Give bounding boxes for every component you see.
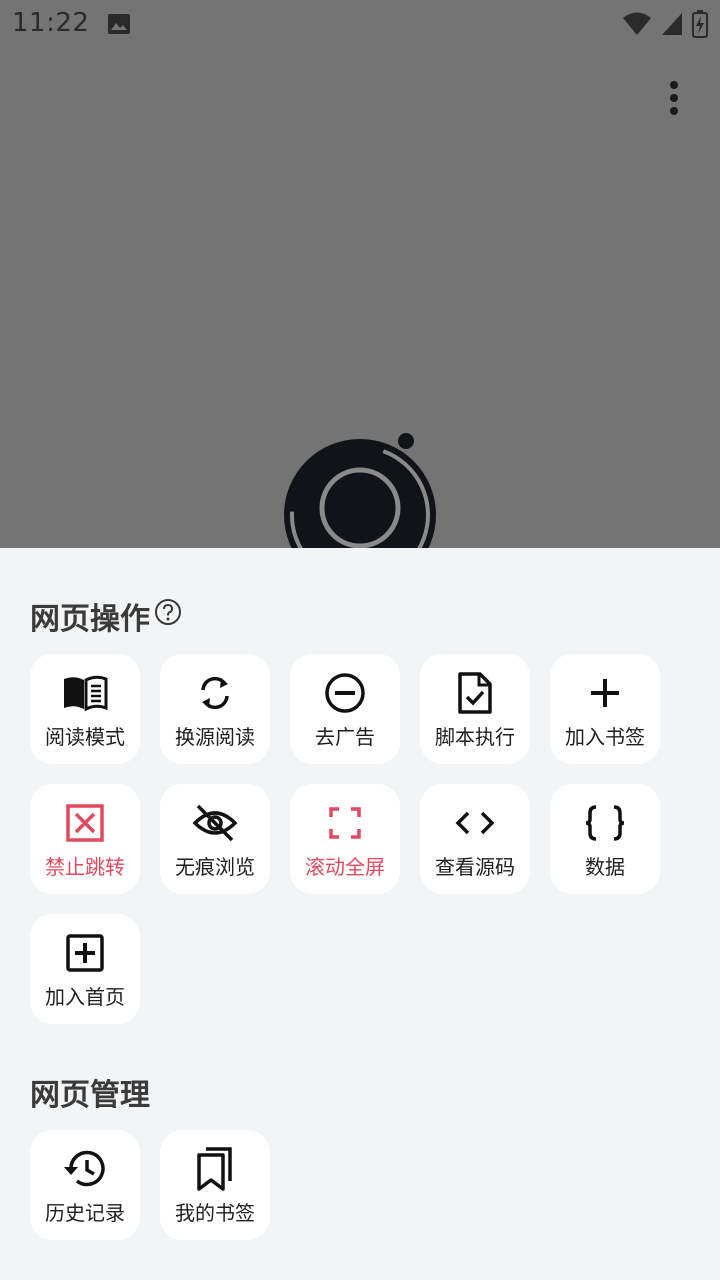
tile-label: 我的书签 xyxy=(175,1201,255,1225)
tile-add-to-home[interactable]: 加入首页 xyxy=(30,914,140,1024)
tile-history[interactable]: 历史记录 xyxy=(30,1130,140,1240)
book-open-icon xyxy=(30,672,140,714)
tile-label: 加入书签 xyxy=(565,725,645,749)
minus-circle-icon xyxy=(290,672,400,714)
bookmarks-icon xyxy=(160,1147,270,1191)
tile-label: 无痕浏览 xyxy=(175,855,255,879)
tile-data[interactable]: 数据 xyxy=(550,784,660,894)
tile-label: 滚动全屏 xyxy=(305,855,385,879)
status-time: 11:22 xyxy=(12,8,90,38)
tile-incognito[interactable]: 无痕浏览 xyxy=(160,784,270,894)
image-icon xyxy=(107,13,131,39)
tile-label: 查看源码 xyxy=(435,855,515,879)
file-check-icon xyxy=(420,672,530,714)
tile-label: 阅读模式 xyxy=(45,725,125,749)
tile-label: 去广告 xyxy=(315,725,375,749)
tile-label: 数据 xyxy=(585,855,625,879)
refresh-icon xyxy=(160,672,270,714)
tile-switch-source[interactable]: 换源阅读 xyxy=(160,654,270,764)
section-title-web-management: 网页管理 xyxy=(30,1070,150,1114)
tile-block-redirect[interactable]: 禁止跳转 xyxy=(30,784,140,894)
tile-label: 禁止跳转 xyxy=(45,855,125,879)
x-square-icon xyxy=(30,802,140,844)
bottom-sheet: 网页操作 阅读模式 换源阅读 去广告 脚本执行 加入书签 禁止跳转 无痕浏览 滚… xyxy=(0,548,720,1280)
more-vertical-icon[interactable] xyxy=(658,76,690,120)
plus-square-icon xyxy=(30,932,140,974)
code-icon xyxy=(420,802,530,844)
eye-off-icon xyxy=(160,802,270,844)
fullscreen-icon xyxy=(290,802,400,844)
battery-charging-icon xyxy=(692,10,708,42)
tile-remove-ads[interactable]: 去广告 xyxy=(290,654,400,764)
status-icons xyxy=(622,10,708,42)
tile-label: 历史记录 xyxy=(45,1201,125,1225)
status-bar: 11:22 xyxy=(0,0,720,48)
tile-view-source[interactable]: 查看源码 xyxy=(420,784,530,894)
wifi-icon xyxy=(622,11,652,41)
braces-icon xyxy=(550,802,660,844)
help-circle-icon[interactable] xyxy=(154,598,182,634)
tile-scroll-fullscreen[interactable]: 滚动全屏 xyxy=(290,784,400,894)
tile-label: 脚本执行 xyxy=(435,725,515,749)
tile-my-bookmarks[interactable]: 我的书签 xyxy=(160,1130,270,1240)
section-title-text: 网页管理 xyxy=(30,1078,150,1113)
plus-icon xyxy=(550,672,660,714)
tile-add-bookmark[interactable]: 加入书签 xyxy=(550,654,660,764)
history-icon xyxy=(30,1148,140,1190)
tile-label: 加入首页 xyxy=(45,985,125,1009)
tile-reading-mode[interactable]: 阅读模式 xyxy=(30,654,140,764)
tile-run-script[interactable]: 脚本执行 xyxy=(420,654,530,764)
tile-label: 换源阅读 xyxy=(175,725,255,749)
section-title-web-actions: 网页操作 xyxy=(30,594,182,638)
section-title-text: 网页操作 xyxy=(30,602,150,637)
signal-icon xyxy=(660,11,684,41)
